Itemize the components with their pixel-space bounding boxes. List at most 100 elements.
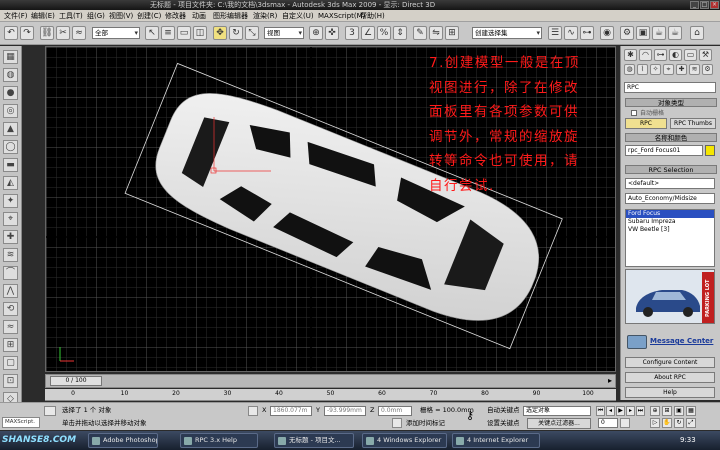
modifier-shell-icon[interactable]: ▢ <box>3 356 18 370</box>
menu-customize[interactable]: 自定义(U) <box>282 11 314 21</box>
next-frame-icon[interactable]: ▸ <box>608 376 612 385</box>
select-move-icon[interactable]: ✥ <box>213 26 227 40</box>
list-item[interactable]: Ford Focus <box>626 210 714 218</box>
time-config-icon[interactable] <box>620 418 630 428</box>
render-frame-icon[interactable]: ▣ <box>636 26 650 40</box>
list-item[interactable]: VW Beetle [3] <box>626 226 714 234</box>
autogrid-checkbox[interactable] <box>631 110 637 116</box>
field-of-view-icon[interactable]: ▷ <box>650 418 660 428</box>
time-slider[interactable]: 0 / 100 ▸ <box>45 374 616 388</box>
schematic-view-icon[interactable]: ⊶ <box>580 26 594 40</box>
create-tube-icon[interactable]: ◯ <box>3 140 18 154</box>
minimize-button[interactable]: _ <box>690 1 699 9</box>
play-icon[interactable]: ▶ <box>616 406 625 416</box>
create-pyramid-icon[interactable]: ◭ <box>3 176 18 190</box>
redo-icon[interactable]: ↷ <box>20 26 34 40</box>
maxscript-listener[interactable]: MAXScript. <box>2 417 40 428</box>
time-tag-icon[interactable] <box>392 418 402 428</box>
create-camera-icon[interactable]: ⌖ <box>3 212 18 226</box>
zoom-all-icon[interactable]: ⊞ <box>662 406 672 416</box>
modifier-noise-icon[interactable]: ≈ <box>3 320 18 334</box>
layer-manager-icon[interactable]: ☰ <box>548 26 562 40</box>
manipulate-icon[interactable]: ✜ <box>325 26 339 40</box>
zoom-icon[interactable]: ⊕ <box>650 406 660 416</box>
pivot-center-icon[interactable]: ⊕ <box>309 26 323 40</box>
auto-key-button[interactable]: 自动关键点 <box>487 406 520 415</box>
quick-render-icon[interactable]: ☕ <box>652 26 666 40</box>
object-type-rollout[interactable]: 对象类型 <box>625 98 717 107</box>
unlink-icon[interactable]: ✂ <box>56 26 70 40</box>
menu-tools[interactable]: 工具(T) <box>59 11 83 21</box>
create-spacewarp-icon[interactable]: ≋ <box>3 248 18 262</box>
track-bar[interactable]: 0 10 20 30 40 50 60 70 80 90 100 <box>45 389 616 401</box>
top-viewport[interactable]: 7.创建模型一般是在顶 视图进行，除了在修改 面板里有各项参数可供 调节外，常规… <box>45 46 616 372</box>
object-color-swatch[interactable] <box>705 145 715 156</box>
rect-selection-icon[interactable]: ▭ <box>177 26 191 40</box>
next-frame-button-icon[interactable]: ▸ <box>626 406 635 416</box>
rpc-thumbs-button[interactable]: RPC Thumbs <box>670 118 716 129</box>
about-rpc-button[interactable]: About RPC <box>625 372 715 383</box>
spacewarps-icon[interactable]: ≋ <box>689 64 700 75</box>
snap-toggle-icon[interactable]: 3 <box>345 26 359 40</box>
named-selection-sets-dropdown[interactable]: 创建选择集 <box>472 27 542 39</box>
taskbar-3dsmax[interactable]: 无标题 - 项目文... <box>274 433 354 448</box>
absolute-mode-icon[interactable] <box>248 406 258 416</box>
menu-edit[interactable]: 编辑(E) <box>31 11 55 21</box>
lights-icon[interactable]: ✧ <box>650 64 661 75</box>
menu-create[interactable]: 创建(C) <box>137 11 161 21</box>
create-plane-icon[interactable]: ▬ <box>3 158 18 172</box>
motion-tab-icon[interactable]: ◐ <box>669 49 682 61</box>
select-scale-icon[interactable]: ⤡ <box>245 26 259 40</box>
edit-named-selection-icon[interactable]: ✎ <box>413 26 427 40</box>
geometry-icon[interactable]: ◍ <box>624 64 635 75</box>
category-dropdown[interactable]: RPC <box>624 82 716 93</box>
utilities-tab-icon[interactable]: ⚒ <box>699 49 712 61</box>
rpc-model-list[interactable]: Ford Focus Subaru Impreza VW Beetle [3] <box>625 209 715 267</box>
taskbar-internet-explorer[interactable]: 4 Internet Explorer <box>452 433 540 448</box>
maximize-viewport-icon[interactable]: ⤢ <box>686 418 696 428</box>
prev-frame-icon[interactable]: ◂ <box>606 406 615 416</box>
modifier-bend-icon[interactable]: ⌒ <box>3 266 18 280</box>
name-color-rollout[interactable]: 名称和颜色 <box>625 133 717 142</box>
align-icon[interactable]: ⊞ <box>445 26 459 40</box>
menu-modifiers[interactable]: 修改器 <box>165 11 186 21</box>
menu-graph-editors[interactable]: 图形编辑器 <box>213 11 248 21</box>
teapot-render-icon[interactable]: ⌂ <box>690 26 704 40</box>
time-slider-thumb[interactable]: 0 / 100 <box>50 376 102 386</box>
rpc-category-dropdown[interactable]: Auto_Economy/Midsize <box>625 193 715 204</box>
systems-icon[interactable]: ⚙ <box>702 64 713 75</box>
object-name-field[interactable]: rpc_Ford Focus01 <box>625 145 703 156</box>
active-shade-icon[interactable]: ☕ <box>668 26 682 40</box>
rpc-object-button[interactable]: RPC <box>625 118 667 129</box>
maximize-button[interactable]: □ <box>700 1 709 9</box>
select-object-icon[interactable]: ↖ <box>145 26 159 40</box>
create-tab-icon[interactable]: ✱ <box>624 49 637 61</box>
hierarchy-tab-icon[interactable]: ⊶ <box>654 49 667 61</box>
add-time-tag[interactable]: 添加时间标记 <box>406 419 445 428</box>
taskbar-rpc-help[interactable]: RPC 3.x Help <box>180 433 258 448</box>
create-cone-icon[interactable]: ▲ <box>3 122 18 136</box>
configure-content-button[interactable]: Configure Content <box>625 357 715 368</box>
create-sphere-icon[interactable]: ● <box>3 86 18 100</box>
zoom-extents-all-icon[interactable]: ▦ <box>686 406 696 416</box>
pan-icon[interactable]: ✋ <box>662 418 672 428</box>
material-editor-icon[interactable]: ◉ <box>600 26 614 40</box>
help-button[interactable]: Help <box>625 387 715 398</box>
menu-maxscript[interactable]: MAXScript(M) <box>318 11 365 21</box>
menu-file[interactable]: 文件(F) <box>4 11 28 21</box>
zoom-extents-icon[interactable]: ▣ <box>674 406 684 416</box>
rpc-selection-rollout[interactable]: RPC Selection <box>625 165 717 174</box>
create-cylinder-icon[interactable]: ◍ <box>3 68 18 82</box>
selection-lock-icon[interactable] <box>44 406 56 416</box>
key-mode-dropdown[interactable]: 选定对象 <box>523 406 591 416</box>
select-by-name-icon[interactable]: ≡ <box>161 26 175 40</box>
x-coordinate-field[interactable]: 1860.077m <box>270 406 312 416</box>
angle-snap-icon[interactable]: ∠ <box>361 26 375 40</box>
menu-views[interactable]: 视图(V) <box>109 11 133 21</box>
orbit-icon[interactable]: ↻ <box>674 418 684 428</box>
list-item[interactable]: Subaru Impreza <box>626 218 714 226</box>
cameras-icon[interactable]: ⌖ <box>663 64 674 75</box>
modifier-twist-icon[interactable]: ⟲ <box>3 302 18 316</box>
window-crossing-icon[interactable]: ◫ <box>193 26 207 40</box>
y-coordinate-field[interactable]: -93.999mm <box>324 406 366 416</box>
